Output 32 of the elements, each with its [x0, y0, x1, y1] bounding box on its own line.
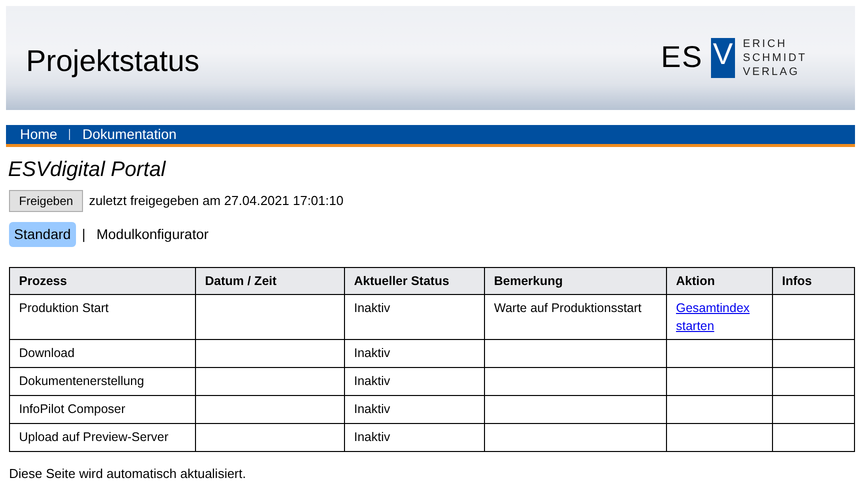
column-header: Datum / Zeit: [196, 268, 344, 295]
column-header: Aktion: [666, 268, 772, 295]
table-cell: Download: [10, 340, 196, 368]
table-cell: Inaktiv: [344, 294, 484, 340]
column-header: Bemerkung: [484, 268, 666, 295]
logo-letters: ES: [660, 42, 703, 73]
logo-mark: V: [710, 38, 735, 78]
column-header: Infos: [772, 268, 854, 295]
table-cell: Inaktiv: [344, 368, 484, 396]
logo-text: VERLAG: [742, 65, 801, 80]
table-cell: Dokumentenerstellung: [10, 368, 196, 396]
table-cell: Produktion Start: [10, 294, 196, 340]
section-title: ESVdigital Portal: [8, 157, 167, 182]
table-cell: Warte auf Produktionsstart: [484, 294, 666, 340]
auto-refresh-note: Diese Seite wird automatisch aktualisiert.: [9, 465, 247, 484]
page-title: Projektstatus: [26, 44, 200, 80]
release-button[interactable]: Freigeben: [9, 190, 84, 212]
tab[interactable]: Modulkonfigurator: [91, 222, 214, 248]
nav-link[interactable]: Home: [20, 124, 58, 145]
release-info: zuletzt freigegeben am 27.04.2021 17:01:10: [89, 192, 344, 210]
logo-text: SCHMIDT: [742, 50, 807, 66]
nav-link[interactable]: Dokumentation: [82, 124, 177, 145]
logo-text: ERICH: [742, 36, 788, 51]
table-cell: InfoPilot Composer: [10, 396, 196, 424]
table-cell: Inaktiv: [344, 340, 484, 368]
table-cell: Upload auf Preview-Server: [10, 424, 196, 452]
column-header: Prozess: [10, 268, 196, 295]
table-cell: Inaktiv: [344, 396, 484, 424]
column-header: Aktueller Status: [344, 268, 484, 295]
table-cell: Inaktiv: [344, 424, 484, 452]
tab[interactable]: Standard: [9, 222, 76, 248]
tab-separator: |: [82, 225, 86, 244]
